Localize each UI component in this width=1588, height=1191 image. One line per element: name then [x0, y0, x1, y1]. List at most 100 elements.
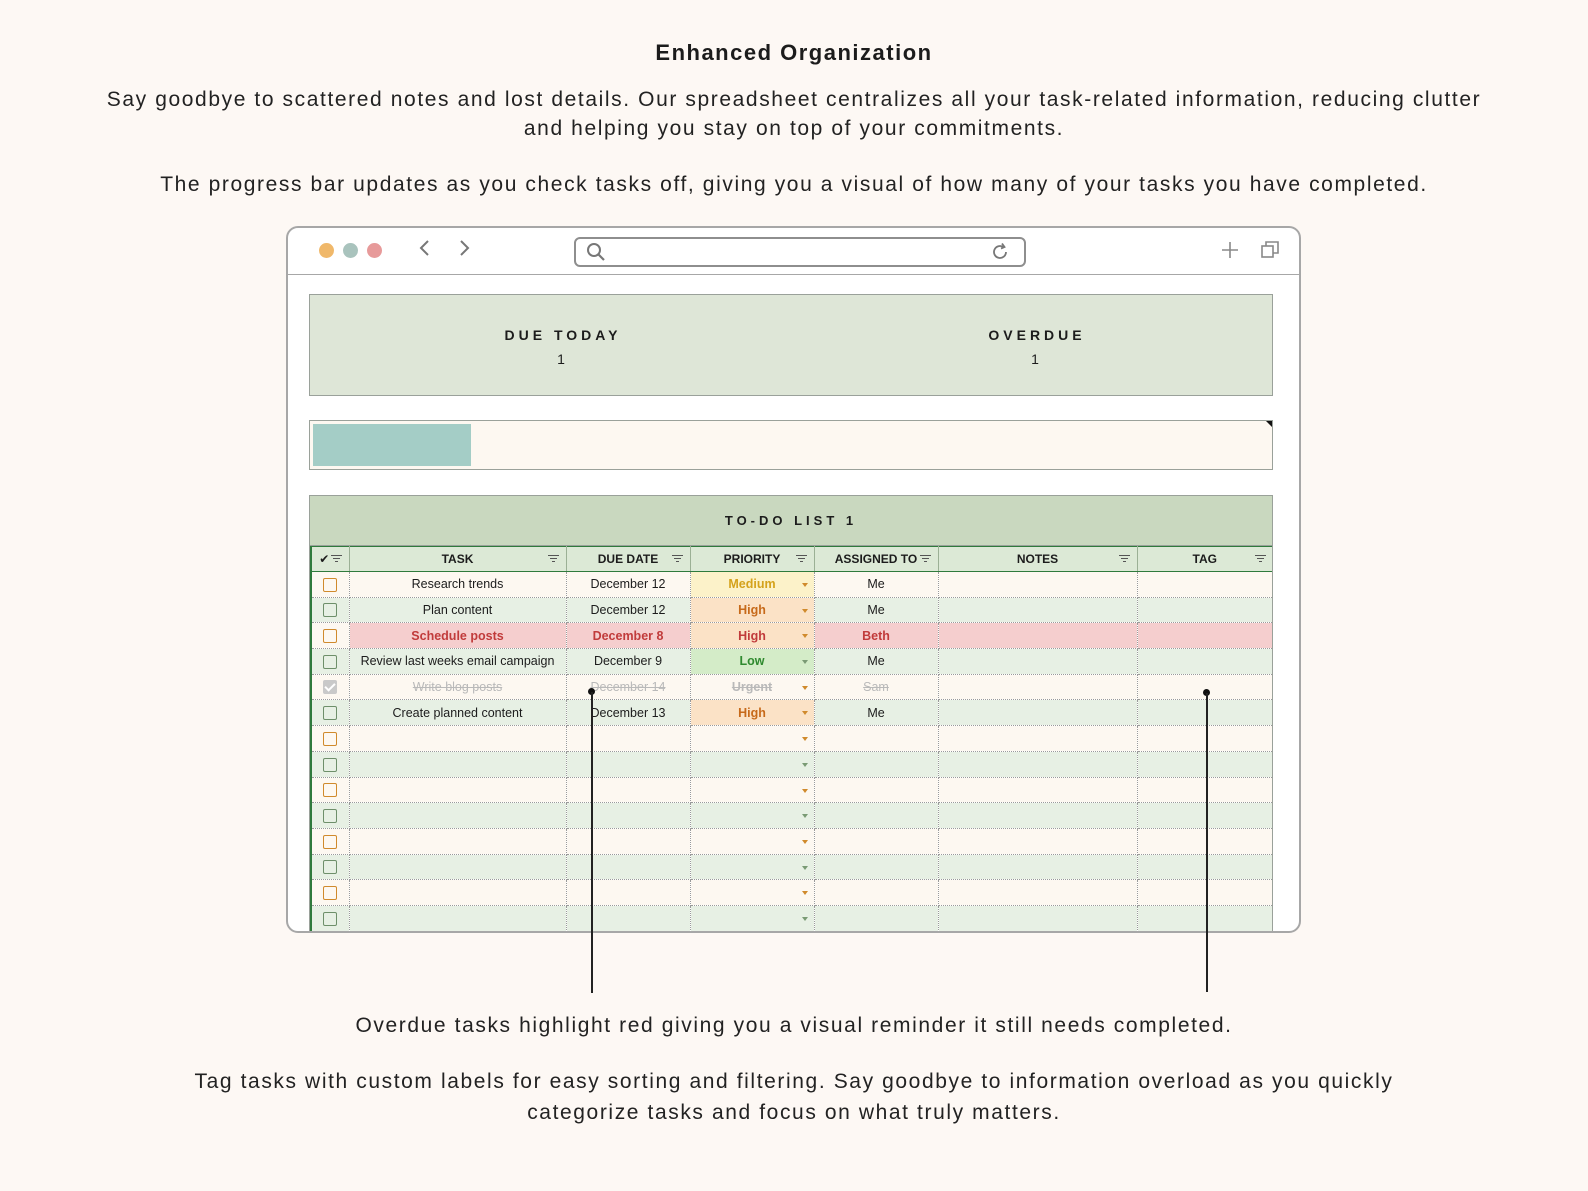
priority-dropdown[interactable] — [690, 777, 815, 804]
task-checkbox[interactable] — [323, 783, 338, 798]
filter-icon[interactable] — [920, 555, 932, 564]
tag-cell[interactable] — [1137, 905, 1272, 931]
assigned-column-header[interactable]: ASSIGNED TO — [814, 546, 939, 572]
priority-dropdown[interactable]: Urgent — [690, 674, 815, 701]
notes-cell[interactable] — [938, 674, 1138, 701]
priority-column-header[interactable]: PRIORITY — [690, 546, 815, 572]
dropdown-arrow-icon[interactable] — [801, 788, 808, 793]
tag-cell[interactable] — [1137, 802, 1272, 829]
task-cell[interactable] — [349, 828, 567, 855]
notes-cell[interactable] — [938, 802, 1138, 829]
check-column-header[interactable]: ✔ — [310, 546, 350, 572]
dropdown-arrow-icon[interactable] — [801, 762, 808, 767]
dropdown-arrow-icon[interactable] — [801, 634, 808, 639]
dropdown-arrow-icon[interactable] — [801, 711, 808, 716]
back-chevron-icon[interactable] — [417, 236, 431, 264]
due-date-cell[interactable] — [566, 777, 691, 804]
assigned-cell[interactable] — [814, 777, 939, 804]
due-date-column-header[interactable]: DUE DATE — [566, 546, 691, 572]
filter-icon[interactable] — [331, 555, 343, 564]
filter-icon[interactable] — [1119, 555, 1131, 564]
task-checkbox-cell[interactable] — [310, 571, 350, 598]
task-checkbox-cell[interactable] — [310, 674, 350, 701]
tag-cell[interactable] — [1137, 597, 1272, 624]
priority-dropdown[interactable] — [690, 905, 815, 931]
task-checkbox[interactable] — [323, 757, 338, 772]
priority-dropdown[interactable] — [690, 751, 815, 778]
assigned-cell[interactable] — [814, 854, 939, 881]
notes-cell[interactable] — [938, 571, 1138, 598]
tag-cell[interactable] — [1137, 571, 1272, 598]
task-cell[interactable] — [349, 777, 567, 804]
task-cell[interactable]: Schedule posts — [349, 622, 567, 650]
dropdown-arrow-icon[interactable] — [801, 685, 808, 690]
assigned-cell[interactable]: Me — [814, 571, 939, 598]
task-checkbox-cell[interactable] — [310, 622, 350, 650]
assigned-cell[interactable] — [814, 879, 939, 906]
dropdown-arrow-icon[interactable] — [801, 865, 808, 870]
task-cell[interactable]: Review last weeks email campaign — [349, 648, 567, 675]
task-checkbox-cell[interactable] — [310, 725, 350, 752]
due-date-cell[interactable] — [566, 802, 691, 829]
notes-cell[interactable] — [938, 854, 1138, 881]
notes-cell[interactable] — [938, 622, 1138, 650]
tag-column-header[interactable]: TAG — [1137, 546, 1272, 572]
task-checkbox[interactable] — [323, 808, 338, 823]
task-checkbox[interactable] — [323, 603, 338, 618]
tag-cell[interactable] — [1137, 854, 1272, 881]
due-date-cell[interactable] — [566, 751, 691, 778]
task-checkbox[interactable] — [323, 860, 338, 875]
tag-cell[interactable] — [1137, 751, 1272, 778]
due-date-cell[interactable]: December 13 — [566, 699, 691, 727]
tag-cell[interactable] — [1137, 699, 1272, 727]
tag-cell[interactable] — [1137, 879, 1272, 906]
due-date-cell[interactable] — [566, 725, 691, 752]
priority-dropdown[interactable]: Medium — [690, 571, 815, 598]
task-checkbox-cell[interactable] — [310, 879, 350, 906]
dropdown-arrow-icon[interactable] — [801, 891, 808, 896]
notes-cell[interactable] — [938, 777, 1138, 804]
task-checkbox-cell[interactable] — [310, 777, 350, 804]
assigned-cell[interactable] — [814, 751, 939, 778]
task-cell[interactable] — [349, 854, 567, 881]
task-checkbox[interactable] — [323, 911, 338, 926]
assigned-cell[interactable] — [814, 905, 939, 931]
dropdown-arrow-icon[interactable] — [801, 814, 808, 819]
task-checkbox[interactable] — [323, 577, 338, 592]
window-minimize-dot[interactable] — [319, 243, 334, 258]
assigned-cell[interactable]: Sam — [814, 674, 939, 701]
task-cell[interactable] — [349, 802, 567, 829]
notes-cell[interactable] — [938, 879, 1138, 906]
task-cell[interactable] — [349, 725, 567, 752]
task-checkbox[interactable] — [323, 629, 338, 644]
forward-chevron-icon[interactable] — [458, 236, 472, 264]
priority-dropdown[interactable]: High — [690, 597, 815, 624]
dropdown-arrow-icon[interactable] — [801, 839, 808, 844]
assigned-cell[interactable] — [814, 802, 939, 829]
due-date-cell[interactable]: December 12 — [566, 571, 691, 598]
priority-dropdown[interactable]: High — [690, 622, 815, 650]
priority-dropdown[interactable] — [690, 828, 815, 855]
task-checkbox-cell[interactable] — [310, 854, 350, 881]
notes-cell[interactable] — [938, 597, 1138, 624]
new-tab-plus-icon[interactable] — [1220, 240, 1240, 264]
task-checkbox[interactable] — [323, 834, 338, 849]
priority-dropdown[interactable]: High — [690, 699, 815, 727]
due-date-cell[interactable]: December 12 — [566, 597, 691, 624]
filter-icon[interactable] — [796, 555, 808, 564]
notes-cell[interactable] — [938, 699, 1138, 727]
due-date-cell[interactable] — [566, 905, 691, 931]
task-checkbox-cell[interactable] — [310, 905, 350, 931]
filter-icon[interactable] — [548, 555, 560, 564]
assigned-cell[interactable]: Me — [814, 597, 939, 624]
filter-icon[interactable] — [1254, 555, 1266, 564]
assigned-cell[interactable] — [814, 828, 939, 855]
notes-cell[interactable] — [938, 725, 1138, 752]
assigned-cell[interactable]: Me — [814, 699, 939, 727]
filter-icon[interactable] — [672, 555, 684, 564]
task-checkbox-cell[interactable] — [310, 699, 350, 727]
reload-icon[interactable] — [990, 242, 1010, 266]
dropdown-arrow-icon[interactable] — [801, 660, 808, 665]
due-date-cell[interactable]: December 14 — [566, 674, 691, 701]
task-checkbox-cell[interactable] — [310, 751, 350, 778]
